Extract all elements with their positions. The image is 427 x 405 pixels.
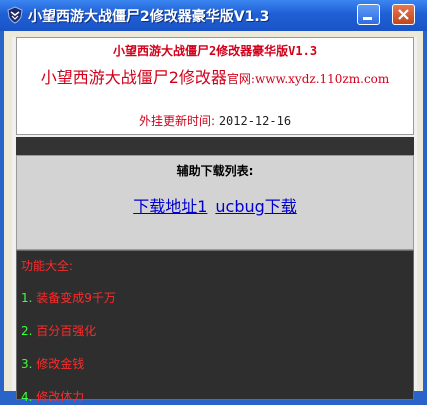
separator-strip (16, 137, 414, 155)
download-title: 辅助下载列表: (176, 164, 254, 178)
shield-app-icon (7, 6, 23, 24)
update-row: 外挂更新时间: 2012-12-16 (17, 112, 413, 129)
download-panel: 辅助下载列表: 下载地址1 ucbug下载 (16, 155, 414, 250)
feature-text: 装备变成9千万 (36, 291, 116, 305)
website-link[interactable]: 官网:www.xydz.110zm.com (227, 72, 389, 86)
feature-number: 3. (21, 357, 33, 371)
features-title: 功能大全: (21, 259, 74, 273)
feature-item: 2. 百分百强化 (21, 322, 96, 339)
update-label: 外挂更新时间: (138, 114, 215, 128)
client-area: 小望西游大战僵尸2修改器豪华版V1.3 小望西游大战僵尸2修改器官网:www.x… (4, 31, 423, 404)
header-name-row: 小望西游大战僵尸2修改器官网:www.xydz.110zm.com (17, 64, 413, 88)
title-bar[interactable]: 小望西游大战僵尸2修改器豪华版V1.3 (0, 0, 427, 31)
feature-item: 1. 装备变成9千万 (21, 289, 116, 306)
feature-text: 修改金钱 (36, 357, 85, 371)
close-button[interactable] (392, 4, 415, 25)
download-link-1[interactable]: 下载地址1 (133, 197, 207, 216)
feature-text: 百分百强化 (36, 324, 97, 338)
feature-number: 4. (21, 390, 33, 404)
app-window: 小望西游大战僵尸2修改器豪华版V1.3 小望西游大战僵尸2修改器豪华版V1.3 … (0, 0, 427, 404)
window-title: 小望西游大战僵尸2修改器豪华版V1.3 (28, 9, 270, 25)
app-name: 小望西游大战僵尸2修改器 (40, 68, 227, 87)
feature-item: 3. 修改金钱 (21, 355, 84, 372)
features-panel: 功能大全: 1. 装备变成9千万 2. 百分百强化 3. 修改金钱 4. 修改体… (16, 250, 414, 404)
feature-number: 2. (21, 324, 33, 338)
download-link-ucbug[interactable]: ucbug下载 (215, 197, 296, 216)
feature-number: 1. (21, 291, 33, 305)
header-title: 小望西游大战僵尸2修改器豪华版V1.3 (112, 44, 318, 58)
download-links: 下载地址1 ucbug下载 (17, 193, 413, 217)
close-icon (398, 9, 409, 20)
minimize-icon (363, 17, 372, 20)
minimize-button[interactable] (357, 4, 380, 25)
main-content: 小望西游大战僵尸2修改器豪华版V1.3 小望西游大战僵尸2修改器官网:www.x… (12, 37, 417, 404)
feature-text: 修改体力 (36, 390, 85, 404)
header-panel: 小望西游大战僵尸2修改器豪华版V1.3 小望西游大战僵尸2修改器官网:www.x… (16, 37, 414, 135)
update-date: 2012-12-16 (218, 114, 292, 128)
